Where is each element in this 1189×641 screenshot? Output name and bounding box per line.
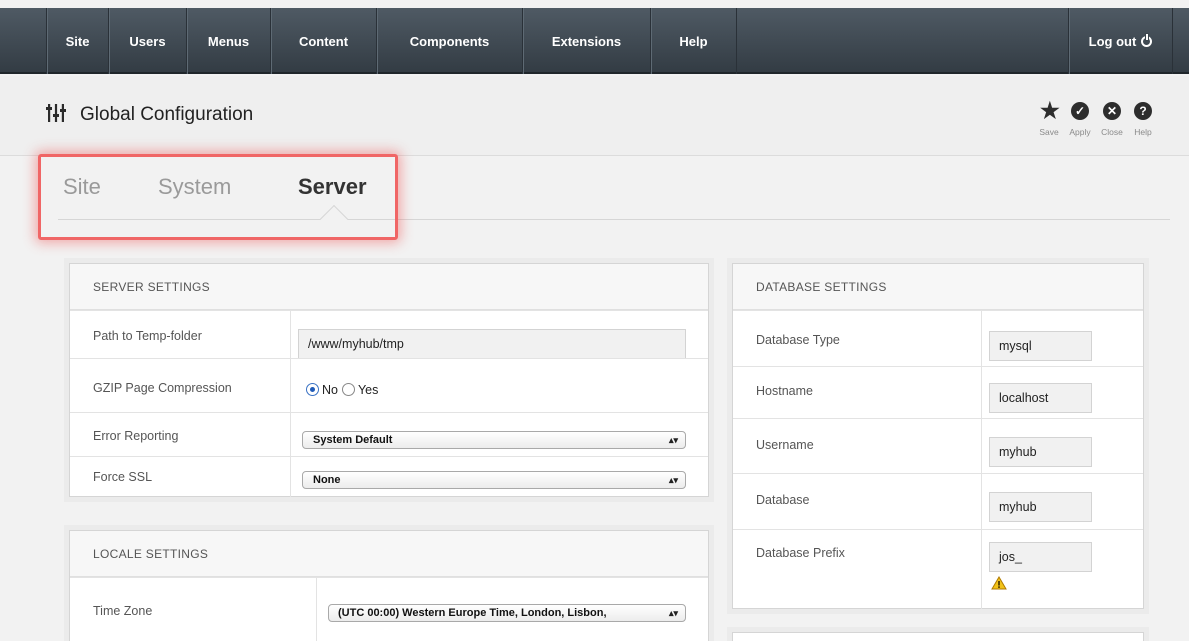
database-type-label: Database Type [756, 333, 840, 347]
page-header: Global Configuration ★ Save ✓ Apply ✕ Cl… [0, 76, 1189, 156]
additional-settings-panel [732, 632, 1144, 641]
gzip-radio-group: No Yes [306, 381, 382, 399]
apply-label: Apply [1069, 127, 1091, 137]
timezone-select[interactable]: (UTC 00:00) Western Europe Time, London,… [328, 604, 686, 622]
hostname-input[interactable]: localhost [989, 383, 1092, 413]
nav-item-users[interactable]: Users [108, 8, 186, 74]
database-type-row: Database Type mysql [733, 310, 1143, 366]
row-divider [316, 578, 317, 641]
gzip-row: GZIP Page Compression No Yes [70, 358, 708, 412]
row-divider [290, 413, 291, 456]
hostname-row: Hostname localhost [733, 366, 1143, 418]
gzip-yes-radio[interactable] [341, 383, 355, 396]
error-reporting-row: Error Reporting System Default ▴▾ [70, 412, 708, 456]
gzip-yes-label: Yes [357, 383, 379, 397]
temp-path-label: Path to Temp-folder [93, 329, 202, 343]
timezone-label: Time Zone [93, 604, 153, 618]
database-name-label: Database [756, 493, 810, 507]
star-icon: ★ [1040, 98, 1060, 123]
nav-item-site[interactable]: Site [46, 8, 108, 74]
database-name-row: Database myhub [733, 473, 1143, 529]
gzip-label: GZIP Page Compression [93, 381, 232, 395]
gzip-no-label: No [322, 383, 338, 397]
row-divider [290, 457, 291, 497]
server-settings-panel: SERVER SETTINGS Path to Temp-folder /www… [69, 263, 709, 497]
error-reporting-value: System Default [313, 434, 393, 446]
save-label: Save [1039, 127, 1059, 137]
database-name-input[interactable]: myhub [989, 492, 1092, 522]
row-divider [290, 359, 291, 412]
row-divider [290, 311, 291, 358]
nav-divider [736, 8, 737, 74]
nav-item-help[interactable]: Help [650, 8, 736, 74]
database-settings-title: DATABASE SETTINGS [733, 264, 1143, 310]
username-input[interactable]: myhub [989, 437, 1092, 467]
database-prefix-row: Database Prefix jos_ [733, 529, 1143, 609]
gzip-no-radio[interactable] [306, 383, 319, 396]
database-type-input[interactable]: mysql [989, 331, 1092, 361]
temp-path-row: Path to Temp-folder /www/myhub/tmp [70, 310, 708, 359]
x-circle-icon: ✕ [1103, 102, 1121, 120]
warning-icon [991, 576, 1007, 590]
timezone-row: Time Zone (UTC 00:00) Western Europe Tim… [70, 577, 708, 641]
page-title: Global Configuration [80, 104, 254, 125]
temp-path-input[interactable]: /www/myhub/tmp [298, 329, 686, 359]
force-ssl-label: Force SSL [93, 470, 153, 484]
tab-site[interactable]: Site [63, 174, 101, 200]
close-label: Close [1101, 127, 1123, 137]
select-arrows-icon: ▴▾ [668, 608, 678, 618]
server-settings-title: SERVER SETTINGS [70, 264, 708, 310]
tab-system[interactable]: System [158, 174, 231, 200]
username-label: Username [756, 438, 814, 452]
nav-item-content[interactable]: Content [270, 8, 376, 74]
hostname-label: Hostname [756, 384, 813, 398]
question-circle-icon: ? [1134, 102, 1152, 120]
apply-button[interactable]: ✓ Apply [1065, 102, 1095, 137]
check-circle-icon: ✓ [1071, 102, 1089, 120]
sliders-icon [46, 104, 66, 122]
force-ssl-select[interactable]: None ▴▾ [302, 471, 686, 489]
database-prefix-label: Database Prefix [756, 546, 845, 560]
force-ssl-row: Force SSL None ▴▾ [70, 456, 708, 497]
save-button[interactable]: ★ Save [1034, 98, 1064, 138]
tab-server[interactable]: Server [298, 174, 367, 200]
close-button[interactable]: ✕ Close [1097, 102, 1127, 137]
nav-item-extensions[interactable]: Extensions [522, 8, 650, 74]
nav-item-menus[interactable]: Menus [186, 8, 270, 74]
row-divider [981, 311, 982, 366]
force-ssl-value: None [313, 474, 341, 486]
locale-settings-title: LOCALE SETTINGS [70, 531, 708, 577]
help-label: Help [1134, 127, 1152, 137]
nav-divider [1172, 8, 1173, 74]
error-reporting-label: Error Reporting [93, 429, 179, 443]
timezone-value: (UTC 00:00) Western Europe Time, London,… [338, 607, 607, 619]
database-prefix-input[interactable]: jos_ [989, 542, 1092, 572]
locale-settings-panel: LOCALE SETTINGS Time Zone (UTC 00:00) We… [69, 530, 709, 641]
nav-item-components[interactable]: Components [376, 8, 522, 74]
error-reporting-select[interactable]: System Default ▴▾ [302, 431, 686, 449]
select-arrows-icon: ▴▾ [668, 435, 678, 445]
logout-label: Log out [1088, 33, 1137, 49]
row-divider [981, 530, 982, 609]
row-divider [981, 474, 982, 529]
help-button[interactable]: ? Help [1128, 102, 1158, 137]
row-divider [981, 367, 982, 418]
username-row: Username myhub [733, 418, 1143, 473]
database-settings-panel: DATABASE SETTINGS Database Type mysql Ho… [732, 263, 1144, 609]
power-icon [1141, 33, 1153, 47]
select-arrows-icon: ▴▾ [668, 475, 678, 485]
top-navigation-bar: Site Users Menus Content Components Exte… [0, 8, 1189, 74]
row-divider [981, 419, 982, 473]
logout-button[interactable]: Log out [1068, 8, 1172, 74]
